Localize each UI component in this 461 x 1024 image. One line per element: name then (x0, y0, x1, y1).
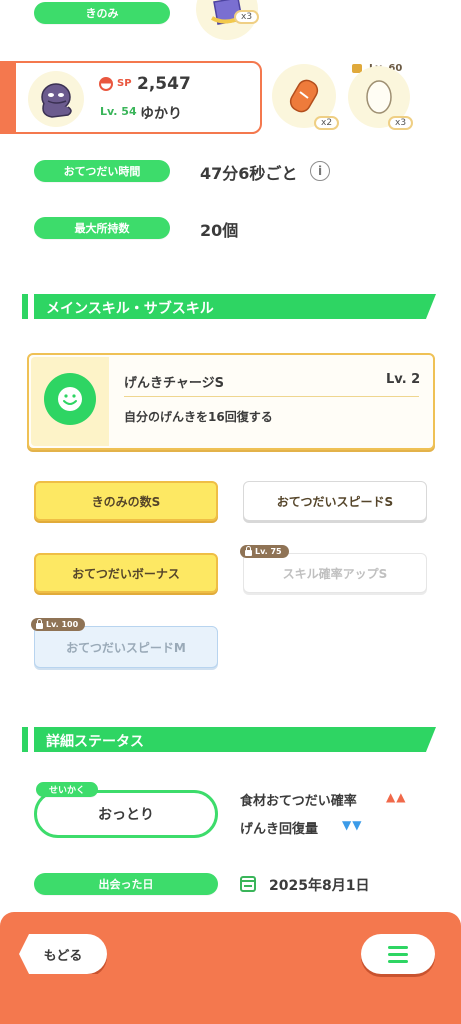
sp-label: SP (117, 78, 132, 89)
main-skill-description: 自分のげんきを16回復する (124, 410, 273, 424)
lock-icon (36, 618, 43, 629)
back-button-label: もどる (43, 948, 83, 964)
menu-button[interactable] (361, 934, 435, 974)
nature-down-stat: げんき回復量 (240, 822, 319, 837)
main-skill-divider (124, 396, 419, 397)
main-skill-card[interactable]: げんきチャージS Lv. 2 自分のげんきを16回復する (27, 353, 435, 450)
nature-up-stat: 食材おてつだい確率 (240, 794, 357, 809)
main-skill-name: げんきチャージS (124, 376, 224, 391)
berry-qty: x3 (241, 12, 253, 22)
main-skill-level: Lv. 2 (386, 372, 421, 387)
sp-value: 2,547 (137, 74, 191, 94)
sub-skill-helping-speed-s[interactable]: おてつだいスピードS (243, 481, 427, 521)
card-accent-stripe (0, 63, 16, 132)
berry-label: きのみ (85, 7, 119, 20)
ingredient-slot-1[interactable]: x2 (272, 64, 340, 130)
ingredient-1-qty-badge: x2 (314, 116, 340, 130)
met-date-label: 出会った日 (98, 878, 154, 891)
sub-skill-1-label: きのみの数S (91, 494, 161, 509)
sub-skill-5-lock-badge: Lv. 100 (31, 618, 86, 631)
berry-qty-badge: x3 (234, 10, 260, 24)
lock-icon (245, 545, 252, 556)
pokemon-icon (41, 83, 72, 118)
sausage-icon (289, 79, 319, 113)
ingredient-slot-2[interactable]: x3 (348, 66, 414, 130)
nature-tag-label: せいかく (48, 786, 85, 796)
help-time-label-pill: おてつだい時間 (34, 160, 170, 182)
nature-value: おっとり (98, 807, 154, 823)
pokemon-card[interactable]: SP 2,547 Lv. 54 ゆかり (0, 61, 262, 134)
sub-skill-4-lock-badge: Lv. 75 (240, 545, 289, 558)
section-stripe (22, 727, 28, 752)
max-carry-label: 最大所持数 (74, 222, 130, 235)
pokeball-icon (99, 77, 113, 91)
footer-bar: もどる (0, 912, 461, 1024)
section-stripe (22, 294, 28, 319)
sub-skill-4-label: スキル確率アップS (282, 566, 388, 581)
pokemon-portrait (28, 71, 84, 127)
sub-skill-5-label: おてつだいスピードM (66, 640, 186, 655)
calendar-icon (240, 876, 256, 892)
sub-skill-berry-finding-s[interactable]: きのみの数S (34, 481, 218, 521)
details-section-title: 詳細ステータス (46, 734, 144, 750)
max-carry-value: 20個 (200, 221, 239, 240)
nature-box[interactable]: おっとり (34, 790, 218, 838)
sub-skill-3-label: おてつだいボーナス (72, 566, 180, 581)
hamburger-menu-icon (388, 945, 408, 963)
max-carry-label-pill: 最大所持数 (34, 217, 170, 239)
details-section-header: 詳細ステータス (22, 727, 436, 752)
info-icon[interactable]: i (310, 161, 330, 181)
pokemon-name: ゆかり (140, 106, 182, 122)
help-time-value: 47分6秒ごと (200, 164, 298, 183)
sub-skill-2-label: おてつだいスピードS (276, 494, 394, 509)
sub-skill-helping-speed-m[interactable]: おてつだいスピードM (34, 626, 218, 668)
nature-down-arrows-icon: ▼▼ (342, 818, 363, 832)
nature-tag: せいかく (36, 782, 98, 797)
ingredient-2-qty-badge: x3 (388, 116, 414, 130)
help-time-label: おてつだい時間 (63, 165, 141, 178)
ingredient-2-qty: x3 (395, 118, 407, 128)
nature-up-arrows-icon: ▲▲ (386, 790, 407, 804)
sub-skill-5-unlock-level: Lv. 100 (46, 620, 79, 629)
sub-skill-4-unlock-level: Lv. 75 (255, 547, 282, 556)
skills-section-header: メインスキル・サブスキル (22, 294, 436, 319)
skills-section-title: メインスキル・サブスキル (46, 301, 214, 317)
berry-item-slot[interactable]: x3 (196, 0, 260, 40)
met-date-label-pill: 出会った日 (34, 873, 218, 895)
smile-icon (44, 373, 96, 425)
berry-label-pill: きのみ (34, 2, 170, 24)
back-button[interactable]: もどる (19, 934, 107, 974)
ingredient-1-qty: x2 (321, 118, 333, 128)
egg-icon (366, 80, 392, 114)
sub-skill-helping-bonus[interactable]: おてつだいボーナス (34, 553, 218, 593)
sub-skill-skill-trigger-s[interactable]: スキル確率アップS (243, 553, 427, 593)
pokemon-level: Lv. 54 (100, 105, 137, 118)
met-date-value: 2025年8月1日 (269, 878, 370, 894)
